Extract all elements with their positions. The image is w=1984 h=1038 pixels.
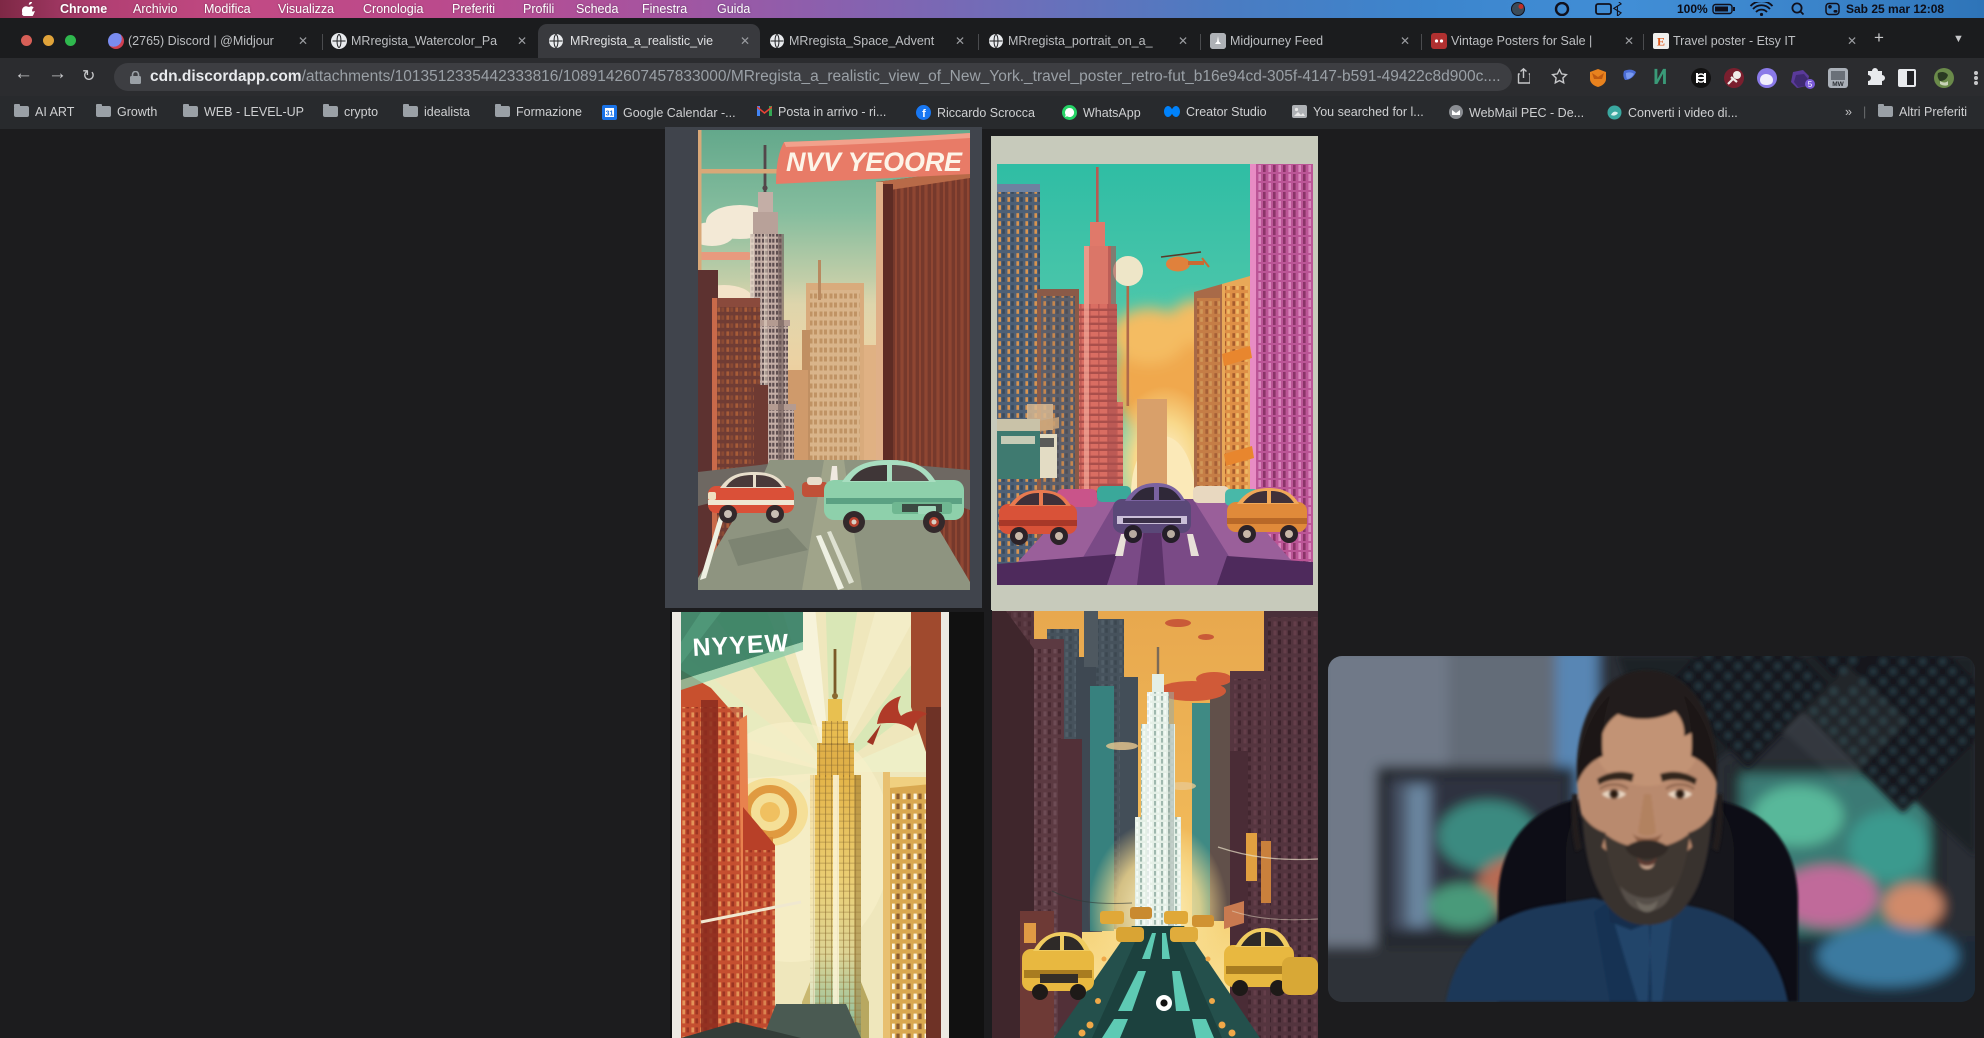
svg-text:NVV YEOORE: NVV YEOORE: [786, 147, 963, 177]
svg-text:f: f: [922, 108, 926, 120]
svg-text:31: 31: [606, 111, 614, 118]
svg-text:5: 5: [1808, 80, 1813, 89]
svg-text:E: E: [1657, 35, 1665, 49]
svg-text:NYYEW: NYYEW: [692, 629, 790, 662]
svg-text:MW: MW: [1832, 81, 1844, 88]
